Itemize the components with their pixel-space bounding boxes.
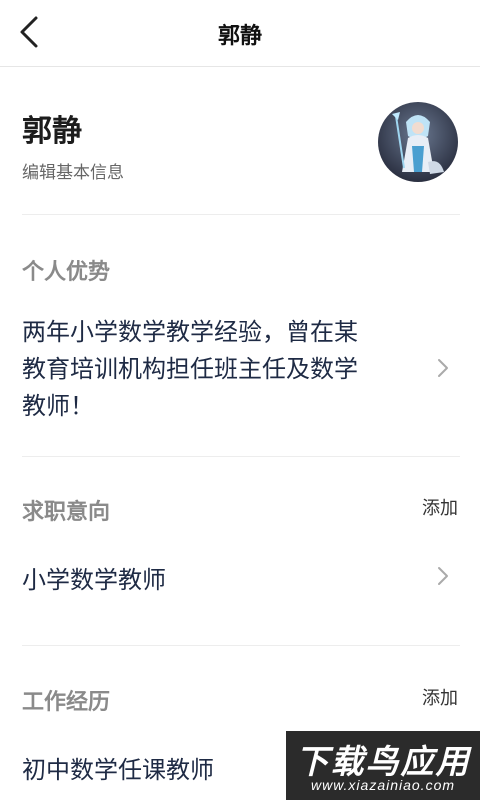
advantage-line: 教育培训机构担任班主任及数学 — [22, 355, 358, 383]
watermark: 下载鸟应用 www.xiazainiao.com — [286, 731, 480, 800]
watermark-url: www.xiazainiao.com — [310, 777, 456, 793]
advantage-text: 两年小学数学教学经验，曾在某 教育培训机构担任班主任及数学 教师！ — [22, 314, 358, 425]
watermark-main: 下载鸟应用 — [295, 742, 471, 781]
divider — [22, 214, 460, 215]
section-title-advantage: 个人优势 — [22, 260, 111, 285]
nav-bar: 郭静 — [0, 0, 480, 67]
add-experience-button[interactable]: 添加 — [422, 684, 458, 710]
advantage-line: 两年小学数学教学经验，曾在某 — [22, 318, 358, 346]
chevron-right-icon — [438, 567, 448, 585]
advantage-line: 教师！ — [22, 392, 94, 420]
edit-basic-info-link[interactable]: 编辑基本信息 — [22, 158, 124, 183]
add-intention-button[interactable]: 添加 — [422, 494, 458, 520]
experience-item[interactable]: 初中数学任课教师 — [22, 752, 214, 789]
section-title-intention: 求职意向 — [22, 500, 111, 525]
profile-name: 郭静 — [22, 114, 82, 149]
divider — [22, 645, 460, 646]
intention-value: 小学数学教师 — [22, 566, 166, 594]
avatar[interactable] — [378, 102, 458, 182]
section-title-experience: 工作经历 — [22, 690, 111, 715]
chevron-right-icon — [438, 359, 448, 377]
page-title: 郭静 — [217, 24, 262, 49]
avatar-image — [378, 102, 458, 182]
divider — [22, 456, 460, 457]
